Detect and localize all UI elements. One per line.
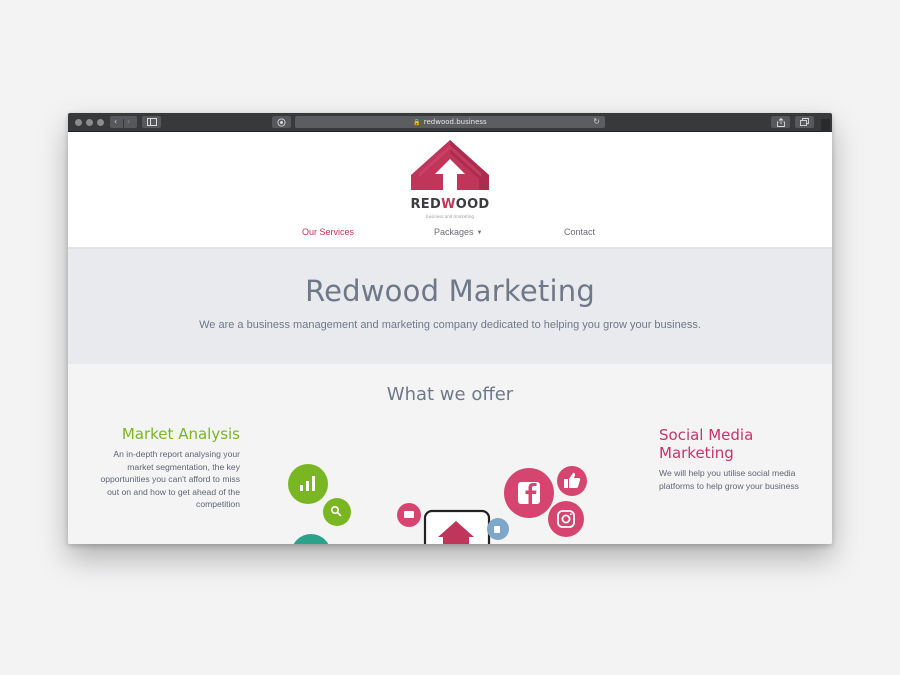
- service-social-media-marketing: Social Media Marketing We will help you …: [659, 426, 819, 492]
- browser-window: ‹ › 🔒 redwood.business ↻ REDWOOD busines…: [68, 113, 832, 544]
- close-window-dot[interactable]: [75, 119, 82, 126]
- search-icon: [323, 498, 351, 526]
- offer-section: What we offer Market Analysis An in-dept…: [68, 364, 832, 544]
- thumbs-up-icon: [557, 466, 587, 496]
- hero-section: Redwood Marketing We are a business mana…: [68, 249, 832, 364]
- chat-bubble-icon: [397, 503, 421, 527]
- service-description: An in-depth report analysing your market…: [100, 449, 240, 510]
- nav-item-label: Packages: [434, 227, 474, 237]
- offer-title: What we offer: [386, 384, 514, 405]
- share-button[interactable]: [771, 116, 790, 128]
- share-icon: [776, 117, 785, 127]
- hero-subtitle: We are a business management and marketi…: [199, 319, 701, 331]
- back-forward-buttons[interactable]: ‹ ›: [110, 116, 137, 131]
- browser-toolbar: ‹ › 🔒 redwood.business ↻: [68, 113, 832, 132]
- address-bar[interactable]: 🔒 redwood.business ↻: [295, 116, 605, 128]
- caret-down-icon: ▼: [476, 230, 483, 236]
- back-arrow-icon[interactable]: ‹: [114, 116, 117, 128]
- reload-icon[interactable]: ↻: [593, 116, 600, 128]
- house-logo-icon: [411, 140, 489, 190]
- main-nav: Our Services Packages ▼ Contact: [68, 227, 832, 241]
- lock-icon: 🔒: [413, 119, 421, 126]
- nav-item-contact[interactable]: Contact: [564, 227, 595, 237]
- site-header: REDWOOD business and marketing Our Servi…: [68, 132, 832, 249]
- privacy-report-button[interactable]: [272, 116, 291, 128]
- sidebar-button[interactable]: [142, 116, 161, 128]
- bar-chart-icon: [288, 464, 328, 504]
- service-description: We will help you utilise social media pl…: [659, 468, 799, 491]
- service-market-analysis: Market Analysis An in-depth report analy…: [88, 425, 240, 511]
- marketing-illustration: [288, 464, 587, 544]
- shield-icon: [277, 117, 286, 127]
- zoom-window-dot[interactable]: [97, 119, 104, 126]
- phone-icon: [423, 509, 491, 544]
- sidebar-icon: [146, 118, 157, 126]
- hero-title: Redwood Marketing: [305, 274, 595, 308]
- thumbs-up-small-icon: [487, 518, 509, 540]
- nav-item-our-services[interactable]: Our Services: [302, 227, 354, 237]
- teal-bubble-icon: [293, 534, 329, 544]
- logo-tagline: business and marketing: [426, 214, 474, 219]
- nav-item-packages[interactable]: Packages ▼: [434, 227, 482, 237]
- minimize-window-dot[interactable]: [86, 119, 93, 126]
- service-title: Social Media Marketing: [659, 426, 754, 462]
- logo-wordmark: REDWOOD: [410, 197, 490, 212]
- toolbar-edge: [821, 119, 830, 132]
- redwood-logo[interactable]: REDWOOD business and marketing: [409, 137, 491, 219]
- url-text: redwood.business: [423, 118, 487, 126]
- forward-arrow-icon[interactable]: ›: [127, 116, 130, 128]
- service-title: Market Analysis: [121, 425, 240, 443]
- facebook-icon: [504, 468, 554, 518]
- instagram-icon: [548, 501, 584, 537]
- tabs-overview-button[interactable]: [795, 116, 814, 128]
- tabs-icon: [800, 118, 809, 126]
